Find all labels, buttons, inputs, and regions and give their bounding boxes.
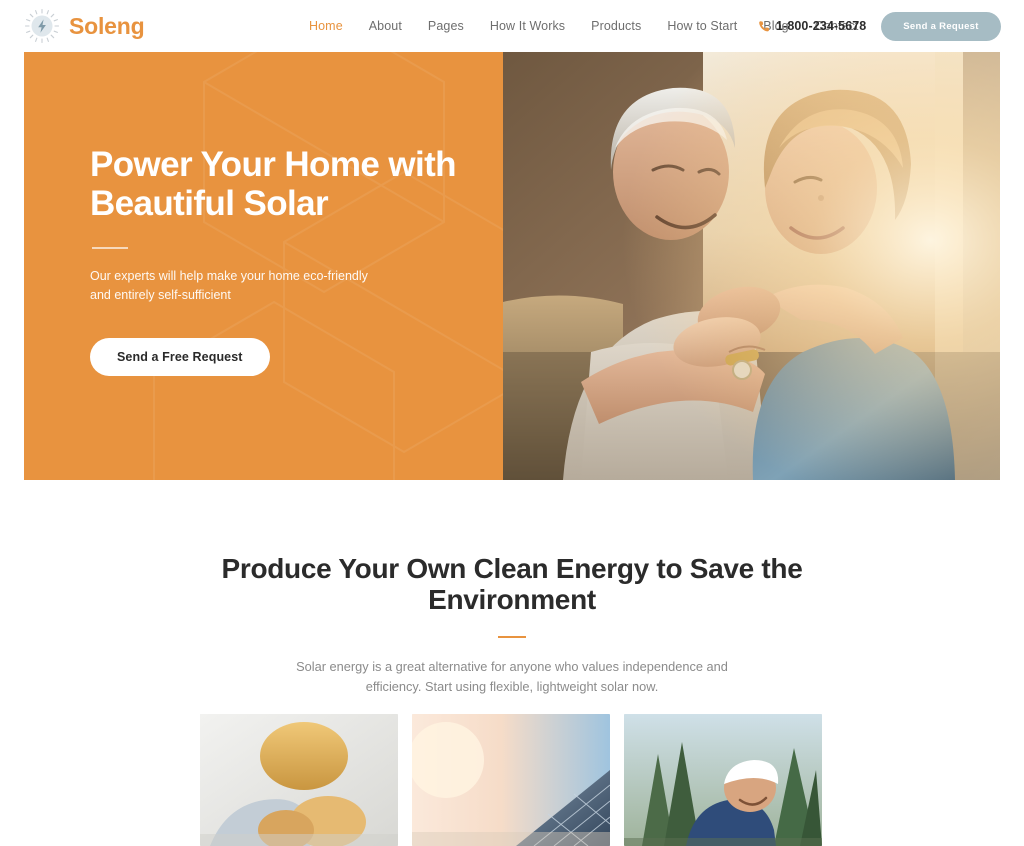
phone-number[interactable]: 1-800-234-5678 — [776, 19, 866, 33]
nav-item-how-to-start[interactable]: How to Start — [654, 19, 750, 33]
feature-card-list — [200, 714, 824, 846]
phone-icon — [758, 20, 771, 33]
hero-divider — [92, 247, 128, 249]
hero-title: Power Your Home with Beautiful Solar — [90, 145, 457, 223]
header-phone[interactable]: 1-800-234-5678 — [758, 0, 866, 52]
sun-bolt-icon — [24, 8, 60, 44]
hero-content-panel: Power Your Home with Beautiful Solar Our… — [24, 52, 503, 480]
site-header: Soleng Home About Pages How It Works Pro… — [0, 0, 1024, 52]
hero-banner: Power Your Home with Beautiful Solar Our… — [24, 52, 1000, 480]
nav-item-pages[interactable]: Pages — [415, 19, 477, 33]
feature-card[interactable] — [412, 714, 610, 846]
nav-item-products[interactable]: Products — [578, 19, 654, 33]
nav-item-about[interactable]: About — [356, 19, 415, 33]
clean-energy-section: Produce Your Own Clean Energy to Save th… — [0, 480, 1024, 698]
feature-card[interactable] — [200, 714, 398, 846]
feature-card[interactable] — [624, 714, 822, 846]
send-a-free-request-button[interactable]: Send a Free Request — [90, 337, 270, 376]
brand-logo[interactable]: Soleng — [24, 6, 145, 46]
nav-item-home[interactable]: Home — [296, 19, 356, 33]
brand-name: Soleng — [69, 12, 145, 39]
section-heading: Produce Your Own Clean Energy to Save th… — [221, 553, 803, 616]
nav-item-how-it-works[interactable]: How It Works — [477, 19, 578, 33]
send-a-request-button[interactable]: Send a Request — [881, 12, 1001, 41]
section-divider — [498, 635, 526, 638]
hero-subtitle: Our experts will help make your home eco… — [90, 269, 368, 303]
hero-photo — [503, 52, 1000, 480]
hero-copy: Power Your Home with Beautiful Solar Our… — [90, 145, 470, 376]
section-paragraph: Solar energy is a great alternative for … — [296, 658, 728, 695]
